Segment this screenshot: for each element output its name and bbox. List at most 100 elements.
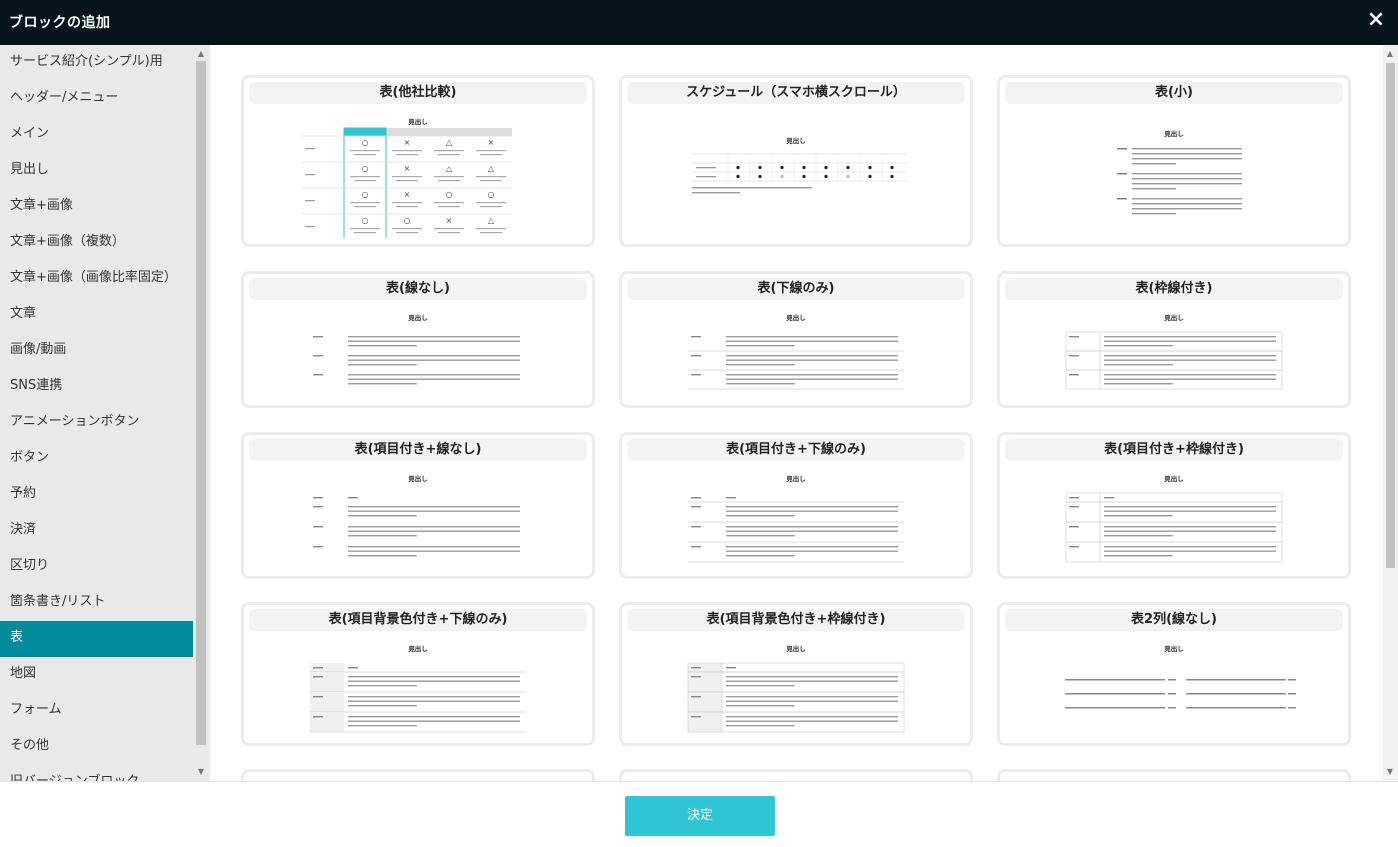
block-card-title: 表(項目背景色付き+枠線付き) bbox=[627, 609, 965, 631]
svg-text:○: ○ bbox=[404, 216, 411, 225]
dialog-header: ブロックの追加 × bbox=[0, 0, 1398, 45]
preview-heading: 見出し bbox=[785, 474, 806, 483]
scrollbar-thumb[interactable] bbox=[1386, 63, 1395, 568]
block-card-title: 表2列(線なし) bbox=[1005, 609, 1343, 631]
scroll-up-icon[interactable]: ▲ bbox=[197, 49, 205, 59]
svg-text:△: △ bbox=[446, 164, 453, 173]
block-card[interactable]: 表(項目背景色付き+枠線付き) 見出し bbox=[619, 602, 973, 746]
confirm-button[interactable]: 決定 bbox=[625, 796, 775, 836]
preview-heading: 見出し bbox=[1163, 129, 1184, 138]
svg-text:○: ○ bbox=[362, 216, 369, 225]
block-card[interactable]: 表2列(線なし) 見出し bbox=[997, 602, 1351, 746]
block-preview-thumbnail: 見出し bbox=[688, 474, 904, 563]
svg-text:×: × bbox=[404, 164, 411, 173]
category-list: サービス紹介(シンプル)用 ヘッダー/メニュー メイン 見出し 文章+画像 文章+画像（複… bbox=[0, 45, 193, 781]
sidebar-item[interactable]: 文章+画像 bbox=[0, 189, 193, 225]
block-card-title: 表(項目付き+枠線付き) bbox=[1005, 439, 1343, 461]
block-card[interactable]: 表(項目背景色付き+下線のみ) 見出し bbox=[241, 602, 595, 746]
svg-text:△: △ bbox=[488, 216, 495, 225]
block-card-title: 表(項目付き+下線のみ) bbox=[627, 439, 965, 461]
dialog-footer: 決定 bbox=[0, 781, 1398, 847]
sidebar-item[interactable]: ヘッダー/メニュー bbox=[0, 81, 193, 117]
sidebar-item[interactable]: 表 bbox=[0, 621, 193, 657]
gallery-scrollbar[interactable]: ▲ ▼ bbox=[1383, 45, 1398, 781]
sidebar-item[interactable]: 旧バージョンブロック bbox=[0, 765, 193, 781]
sidebar-scrollbar[interactable]: ▲ ▼ bbox=[193, 45, 210, 781]
preview-heading: 見出し bbox=[785, 644, 806, 653]
block-preview-thumbnail: 見出し bbox=[1065, 313, 1283, 390]
preview-heading: 見出し bbox=[1163, 313, 1184, 322]
block-card[interactable] bbox=[241, 769, 595, 781]
block-card[interactable]: 表(線なし) 見出し bbox=[241, 271, 595, 408]
svg-text:△: △ bbox=[446, 138, 453, 147]
scroll-up-icon[interactable]: ▲ bbox=[1386, 49, 1394, 59]
block-preview-thumbnail: 見出し ○ × △ × ○ × △ △ ○ × ○ ○ ○ ○ × △ bbox=[302, 117, 512, 238]
svg-text:×: × bbox=[404, 138, 411, 147]
sidebar-item[interactable]: 見出し bbox=[0, 153, 193, 189]
block-card-title: 表(枠線付き) bbox=[1005, 278, 1343, 300]
scroll-down-icon[interactable]: ▼ bbox=[1386, 767, 1394, 777]
block-card[interactable]: 表(項目付き+下線のみ) 見出し bbox=[619, 432, 973, 579]
block-preview-thumbnail: 見出し bbox=[1065, 644, 1296, 709]
preview-heading: 見出し bbox=[1163, 474, 1184, 483]
sidebar-item[interactable]: 文章+画像（画像比率固定） bbox=[0, 261, 193, 297]
block-card-title: スケジュール（スマホ横スクロール） bbox=[627, 82, 965, 104]
block-card-title: 表(線なし) bbox=[249, 278, 587, 300]
block-card[interactable] bbox=[619, 769, 973, 781]
block-card-title: 表(他社比較) bbox=[249, 82, 587, 104]
preview-heading: 見出し bbox=[1163, 644, 1184, 653]
block-preview-thumbnail: 見出し bbox=[687, 644, 905, 733]
category-sidebar: サービス紹介(シンプル)用 ヘッダー/メニュー メイン 見出し 文章+画像 文章+画像（複… bbox=[0, 45, 210, 781]
sidebar-item[interactable]: 決済 bbox=[0, 513, 193, 549]
block-preview-thumbnail: 見出し bbox=[1065, 474, 1283, 563]
sidebar-item[interactable]: 区切り bbox=[0, 549, 193, 585]
sidebar-item[interactable]: その他 bbox=[0, 729, 193, 765]
svg-text:×: × bbox=[404, 190, 411, 199]
close-icon[interactable]: × bbox=[1364, 6, 1388, 34]
block-card[interactable] bbox=[997, 769, 1351, 781]
sidebar-item[interactable]: 予約 bbox=[0, 477, 193, 513]
svg-text:×: × bbox=[488, 138, 495, 147]
block-card-title: 表(項目付き+線なし) bbox=[249, 439, 587, 461]
dialog-title: ブロックの追加 bbox=[9, 15, 111, 31]
block-card[interactable]: 表(項目付き+枠線付き) 見出し bbox=[997, 432, 1351, 579]
block-card-title: 表(小) bbox=[1005, 82, 1343, 104]
sidebar-item[interactable]: サービス紹介(シンプル)用 bbox=[0, 45, 193, 81]
svg-text:×: × bbox=[446, 216, 453, 225]
svg-text:○: ○ bbox=[446, 190, 453, 199]
preview-heading: 見出し bbox=[407, 644, 428, 653]
svg-text:△: △ bbox=[488, 164, 495, 173]
block-preview-thumbnail: 見出し bbox=[313, 474, 520, 557]
block-card[interactable]: スケジュール（スマホ横スクロール） 見出し bbox=[619, 75, 973, 247]
svg-text:○: ○ bbox=[362, 138, 369, 147]
block-gallery: 表(他社比較) 見出し ○ × △ × ○ × △ △ ○ × ○ ○ ○ ○ × △ スケジュール（スマホ横スクロ… bbox=[210, 45, 1383, 781]
sidebar-item[interactable]: 文章 bbox=[0, 297, 193, 333]
sidebar-item[interactable]: ボタン bbox=[0, 441, 193, 477]
sidebar-item[interactable]: SNS連携 bbox=[0, 369, 193, 405]
block-card[interactable]: 表(他社比較) 見出し ○ × △ × ○ × △ △ ○ × ○ ○ ○ ○ × △ bbox=[241, 75, 595, 247]
sidebar-item[interactable]: アニメーションボタン bbox=[0, 405, 193, 441]
block-preview-thumbnail: 見出し bbox=[688, 313, 904, 390]
scrollbar-thumb[interactable] bbox=[196, 61, 206, 745]
scroll-down-icon[interactable]: ▼ bbox=[197, 767, 205, 777]
block-card[interactable]: 表(下線のみ) 見出し bbox=[619, 271, 973, 408]
block-preview-thumbnail: 見出し bbox=[310, 644, 526, 733]
block-preview-thumbnail: 見出し bbox=[692, 136, 907, 194]
sidebar-item[interactable]: フォーム bbox=[0, 693, 193, 729]
svg-text:○: ○ bbox=[362, 190, 369, 199]
block-card-title: 表(項目背景色付き+下線のみ) bbox=[249, 609, 587, 631]
sidebar-item[interactable]: 地図 bbox=[0, 657, 193, 693]
preview-heading: 見出し bbox=[785, 313, 806, 322]
preview-heading: 見出し bbox=[407, 313, 428, 322]
svg-text:○: ○ bbox=[488, 190, 495, 199]
sidebar-item[interactable]: 文章+画像（複数） bbox=[0, 225, 193, 261]
block-card-title: 表(下線のみ) bbox=[627, 278, 965, 300]
preview-heading: 見出し bbox=[407, 474, 428, 483]
block-card[interactable]: 表(項目付き+線なし) 見出し bbox=[241, 432, 595, 579]
block-card[interactable]: 表(枠線付き) 見出し bbox=[997, 271, 1351, 408]
sidebar-item[interactable]: メイン bbox=[0, 117, 193, 153]
sidebar-item[interactable]: 箇条書き/リスト bbox=[0, 585, 193, 621]
block-card[interactable]: 表(小) 見出し bbox=[997, 75, 1351, 247]
sidebar-item[interactable]: 画像/動画 bbox=[0, 333, 193, 369]
block-preview-thumbnail: 見出し bbox=[313, 313, 520, 385]
